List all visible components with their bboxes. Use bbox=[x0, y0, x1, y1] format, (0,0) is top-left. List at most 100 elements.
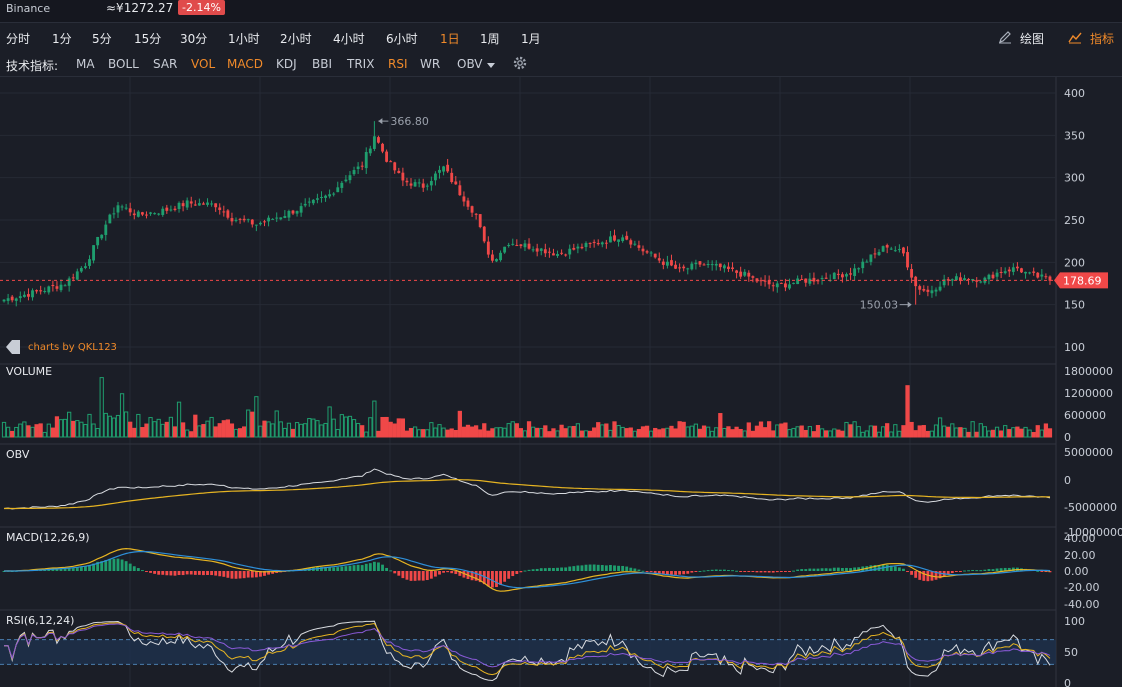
ind-trix[interactable]: TRIX bbox=[347, 57, 374, 71]
tf-1h[interactable]: 1小时 bbox=[228, 30, 260, 47]
volume-bar bbox=[999, 430, 1004, 438]
volume-bar bbox=[18, 423, 23, 438]
volume-bar bbox=[303, 423, 308, 438]
macd-histogram-bar bbox=[625, 566, 629, 571]
volume-bar bbox=[710, 430, 715, 438]
candle-body bbox=[279, 217, 283, 220]
candle-body bbox=[869, 254, 873, 262]
volume-bar bbox=[217, 423, 222, 438]
macd-histogram-bar bbox=[731, 570, 734, 572]
tf-30m[interactable]: 30分 bbox=[180, 30, 207, 47]
macd-histogram-bar bbox=[979, 570, 983, 572]
candle-body bbox=[739, 271, 743, 277]
tf-1d[interactable]: 1日 bbox=[440, 30, 460, 47]
volume-bar bbox=[421, 429, 426, 438]
macd-histogram-bar bbox=[511, 571, 515, 577]
ind-boll[interactable]: BOLL bbox=[108, 57, 139, 71]
volume-bar bbox=[498, 427, 503, 438]
candle-body bbox=[189, 201, 193, 204]
tf-5m[interactable]: 5分 bbox=[92, 30, 112, 47]
pencil-icon bbox=[999, 31, 1011, 44]
candle-body bbox=[405, 180, 409, 183]
candle-body bbox=[857, 268, 861, 270]
ind-sar[interactable]: SAR bbox=[153, 57, 177, 71]
volume-bar bbox=[5, 426, 11, 438]
obv-ma-line bbox=[3, 478, 1050, 510]
macd-histogram-bar bbox=[995, 568, 999, 571]
macd-histogram-bar bbox=[808, 568, 812, 571]
candle-body bbox=[218, 207, 222, 211]
candle-body bbox=[576, 246, 580, 249]
candle-body bbox=[35, 290, 39, 292]
macd-histogram-bar bbox=[792, 570, 795, 572]
macd-histogram-bar bbox=[332, 567, 336, 571]
indicator-button[interactable]: 指标 bbox=[1090, 30, 1114, 47]
candle-body bbox=[751, 276, 755, 278]
volume-bar bbox=[490, 428, 495, 438]
tf-2h[interactable]: 2小时 bbox=[280, 30, 312, 47]
macd-histogram-bar bbox=[352, 565, 356, 571]
volume-bar bbox=[128, 421, 133, 438]
ind-macd[interactable]: MACD bbox=[227, 57, 263, 71]
macd-histogram-bar bbox=[543, 568, 547, 571]
macd-histogram-bar bbox=[454, 571, 458, 575]
volume-bar bbox=[836, 429, 841, 438]
macd-histogram-bar bbox=[694, 571, 698, 572]
candle-body bbox=[43, 291, 47, 293]
candle-body bbox=[694, 262, 698, 265]
tf-1w[interactable]: 1周 bbox=[480, 30, 500, 47]
volume-bar bbox=[132, 427, 137, 438]
volume-bar bbox=[685, 426, 690, 438]
tf-6h[interactable]: 6小时 bbox=[386, 30, 418, 47]
ind-rsi[interactable]: RSI bbox=[388, 57, 408, 71]
volume-bar bbox=[91, 423, 96, 438]
draw-button[interactable]: 绘图 bbox=[1020, 30, 1044, 47]
volume-bar bbox=[140, 427, 145, 438]
candle-body bbox=[202, 203, 205, 205]
ind-ma[interactable]: MA bbox=[76, 57, 95, 71]
candle-body bbox=[454, 181, 458, 185]
candle-body bbox=[340, 182, 344, 188]
ind-vol[interactable]: VOL bbox=[191, 57, 215, 71]
macd-histogram-bar bbox=[185, 571, 189, 575]
gear-icon[interactable] bbox=[512, 55, 528, 71]
candle-body bbox=[792, 282, 795, 284]
ind-obv[interactable]: OBV bbox=[457, 57, 483, 71]
tf-1mo[interactable]: 1月 bbox=[521, 30, 541, 47]
price-axis-tick: 150 bbox=[1064, 299, 1085, 312]
candle-body bbox=[690, 263, 694, 270]
macd-histogram-bar bbox=[629, 567, 633, 571]
candle-body bbox=[320, 196, 323, 198]
macd-histogram-bar bbox=[897, 567, 901, 571]
volume-bar bbox=[885, 423, 890, 438]
ind-kdj[interactable]: KDJ bbox=[276, 57, 297, 71]
candle-body bbox=[849, 273, 852, 275]
ind-bbi[interactable]: BBI bbox=[312, 57, 332, 71]
volume-bar bbox=[266, 421, 271, 438]
candle-body bbox=[661, 261, 665, 265]
price-axis-tick: 400 bbox=[1064, 87, 1085, 100]
chart-area[interactable]: 100 150 200 250 300 350 400 178.69 366.80 150.03 c… bbox=[0, 77, 1122, 687]
volume-bar bbox=[669, 425, 674, 438]
tf-4h[interactable]: 4小时 bbox=[333, 30, 365, 47]
volume-bar bbox=[1015, 426, 1020, 438]
macd-histogram-bar bbox=[226, 571, 230, 578]
candle-body bbox=[75, 271, 79, 280]
tf-15m[interactable]: 15分 bbox=[134, 30, 161, 47]
macd-histogram-bar bbox=[975, 570, 979, 572]
volume-bar bbox=[860, 431, 865, 438]
tf-1m[interactable]: 1分 bbox=[52, 30, 72, 47]
volume-bar bbox=[571, 425, 576, 438]
volume-bar bbox=[1039, 429, 1044, 438]
candle-body bbox=[853, 268, 857, 277]
macd-histogram-bar bbox=[714, 569, 718, 571]
volume-axis-tick: 600000 bbox=[1064, 409, 1106, 422]
volume-bar bbox=[1007, 429, 1012, 438]
ind-wr[interactable]: WR bbox=[420, 57, 440, 71]
volume-bar bbox=[539, 428, 544, 438]
volume-bar bbox=[974, 431, 979, 438]
candle-body bbox=[637, 245, 641, 248]
candle-body bbox=[1015, 266, 1019, 269]
tf-fenshi[interactable]: 分时 bbox=[6, 30, 30, 47]
chevron-down-icon[interactable] bbox=[487, 63, 495, 69]
